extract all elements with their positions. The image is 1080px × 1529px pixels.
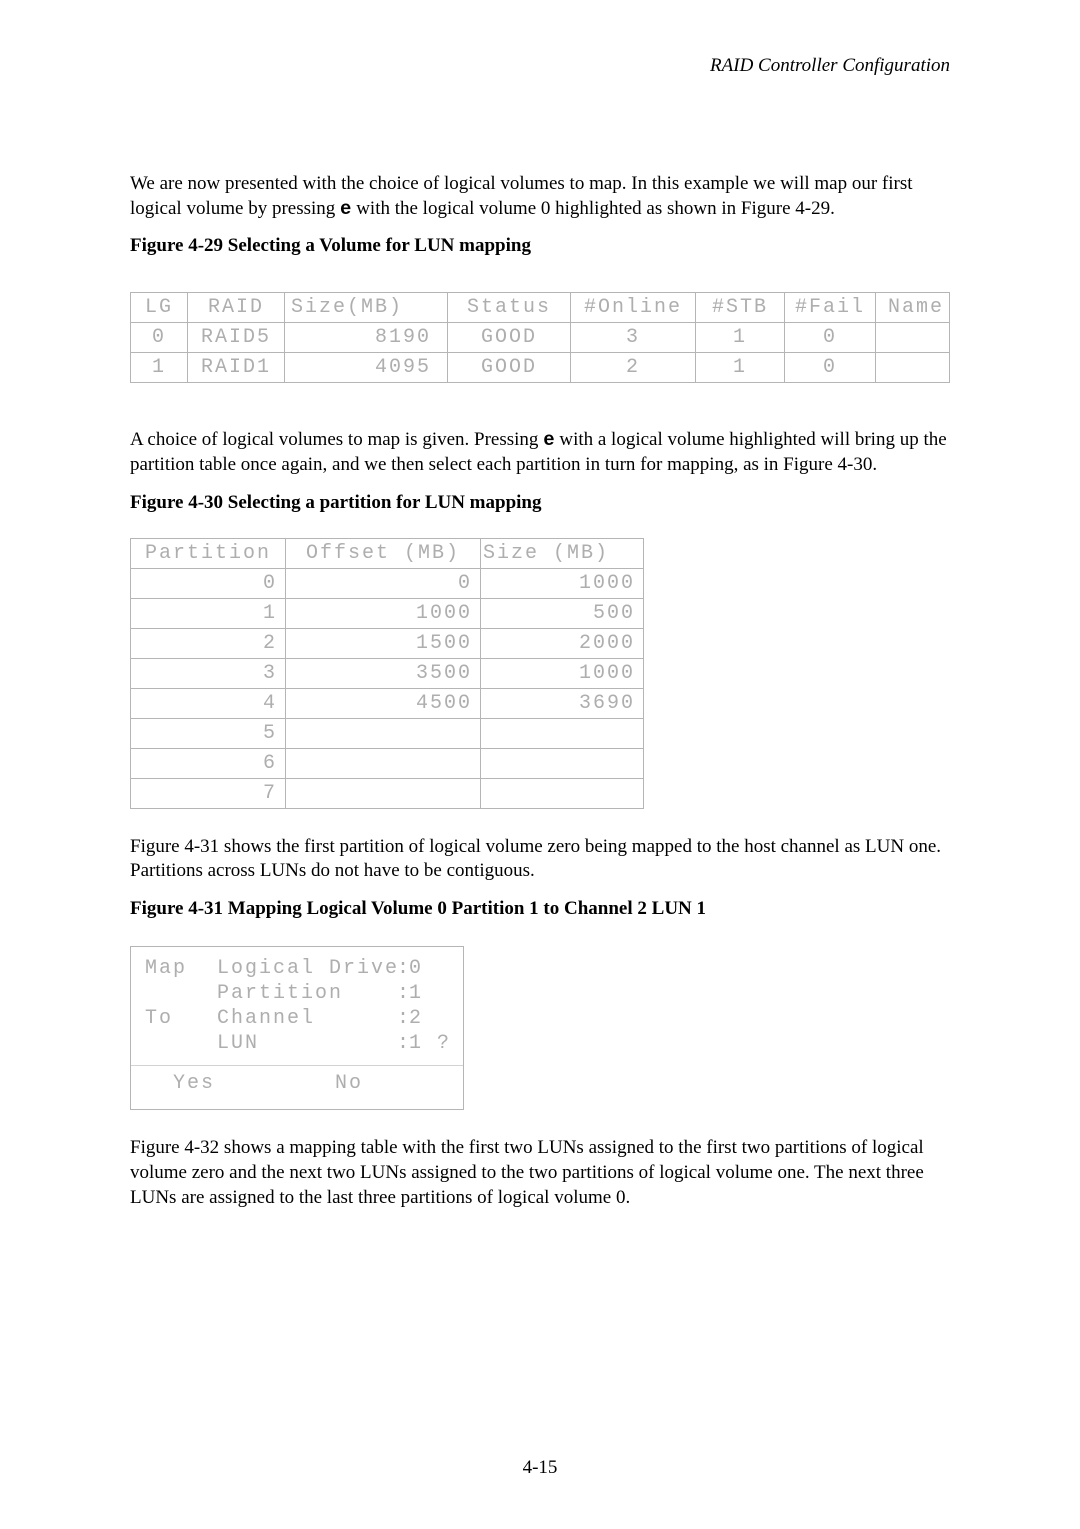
- pt-part: 0: [131, 568, 286, 598]
- map-dialog: Map Logical Drive : 0 Partition : 1 To C…: [130, 946, 464, 1110]
- volume-row[interactable]: 0 RAID5 8190 GOOD 3 1 0: [131, 323, 950, 353]
- page-number: 4-15: [0, 1457, 1080, 1479]
- colon-icon: :: [397, 1007, 409, 1030]
- vt-fail: 0: [785, 323, 876, 353]
- partition-row[interactable]: 6: [131, 748, 644, 778]
- map-lun-value: 1 ?: [409, 1032, 449, 1055]
- vt-h-raid: RAID: [188, 293, 285, 323]
- pt-off: 4500: [286, 688, 481, 718]
- partition-row[interactable]: 335001000: [131, 658, 644, 688]
- vt-name: [876, 353, 950, 383]
- vt-status: GOOD: [448, 323, 571, 353]
- colon-icon: :: [397, 1032, 409, 1055]
- partition-table-header: Partition Offset (MB) Size (MB): [131, 538, 644, 568]
- pt-off: 1000: [286, 598, 481, 628]
- vt-raid: RAID1: [188, 353, 285, 383]
- colon-icon: :: [397, 982, 409, 1005]
- pt-off: 3500: [286, 658, 481, 688]
- to-label: To: [145, 1007, 217, 1030]
- vt-lg: 0: [131, 323, 188, 353]
- pt-part: 7: [131, 778, 286, 808]
- pt-off: [286, 778, 481, 808]
- para2-key: e: [543, 429, 554, 451]
- map-chan-value: 2: [409, 1007, 449, 1030]
- partition-row[interactable]: 11000500: [131, 598, 644, 628]
- vt-h-size: Size(MB): [285, 293, 448, 323]
- doc-header-title: RAID Controller Configuration: [130, 55, 950, 77]
- pt-part: 5: [131, 718, 286, 748]
- vt-name: [876, 323, 950, 353]
- vt-raid: RAID5: [188, 323, 285, 353]
- partition-table: Partition Offset (MB) Size (MB) 001000 1…: [130, 538, 644, 809]
- pt-off: [286, 748, 481, 778]
- pt-off: 0: [286, 568, 481, 598]
- map-part-label: Partition: [217, 982, 397, 1005]
- pt-size: [481, 778, 644, 808]
- spacer: [145, 1032, 217, 1055]
- vt-size: 8190: [285, 323, 448, 353]
- map-part-value: 1: [409, 982, 449, 1005]
- para1-b: with the logical volume 0 highlighted as…: [351, 198, 834, 219]
- vt-status: GOOD: [448, 353, 571, 383]
- paragraph-4: Figure 4-32 shows a mapping table with t…: [130, 1136, 950, 1210]
- map-label: Map: [145, 957, 217, 980]
- pt-size: 2000: [481, 628, 644, 658]
- figure-31-caption: Figure 4-31 Mapping Logical Volume 0 Par…: [130, 898, 950, 920]
- yes-button[interactable]: Yes: [173, 1072, 215, 1095]
- pt-h-off: Offset (MB): [286, 538, 481, 568]
- pt-off: [286, 718, 481, 748]
- vt-h-stb: #STB: [696, 293, 785, 323]
- pt-part: 3: [131, 658, 286, 688]
- para2-a: A choice of logical volumes to map is gi…: [130, 429, 543, 450]
- vt-h-name: Name: [876, 293, 950, 323]
- vt-fail: 0: [785, 353, 876, 383]
- map-ld-value: 0: [409, 957, 449, 980]
- pt-size: 3690: [481, 688, 644, 718]
- figure-30-caption: Figure 4-30 Selecting a partition for LU…: [130, 492, 950, 514]
- partition-row[interactable]: 5: [131, 718, 644, 748]
- pt-size: [481, 718, 644, 748]
- vt-lg: 1: [131, 353, 188, 383]
- pt-off: 1500: [286, 628, 481, 658]
- pt-size: [481, 748, 644, 778]
- map-ld-label: Logical Drive: [217, 957, 397, 980]
- vt-h-status: Status: [448, 293, 571, 323]
- map-chan-label: Channel: [217, 1007, 397, 1030]
- volume-row[interactable]: 1 RAID1 4095 GOOD 2 1 0: [131, 353, 950, 383]
- map-lun-label: LUN: [217, 1032, 397, 1055]
- vt-stb: 1: [696, 323, 785, 353]
- para1-key: e: [340, 198, 351, 220]
- partition-row[interactable]: 7: [131, 778, 644, 808]
- pt-h-part: Partition: [131, 538, 286, 568]
- vt-online: 2: [571, 353, 696, 383]
- vt-h-lg: LG: [131, 293, 188, 323]
- vt-h-online: #Online: [571, 293, 696, 323]
- pt-h-size: Size (MB): [481, 538, 644, 568]
- no-button[interactable]: No: [335, 1072, 363, 1095]
- partition-row[interactable]: 445003690: [131, 688, 644, 718]
- partition-row[interactable]: 001000: [131, 568, 644, 598]
- vt-online: 3: [571, 323, 696, 353]
- volume-table: LG RAID Size(MB) Status #Online #STB #Fa…: [130, 292, 950, 383]
- volume-table-header: LG RAID Size(MB) Status #Online #STB #Fa…: [131, 293, 950, 323]
- pt-part: 6: [131, 748, 286, 778]
- pt-size: 500: [481, 598, 644, 628]
- partition-row[interactable]: 215002000: [131, 628, 644, 658]
- pt-size: 1000: [481, 568, 644, 598]
- paragraph-3: Figure 4-31 shows the first partition of…: [130, 835, 950, 884]
- figure-29-caption: Figure 4-29 Selecting a Volume for LUN m…: [130, 235, 950, 257]
- vt-size: 4095: [285, 353, 448, 383]
- pt-part: 1: [131, 598, 286, 628]
- pt-part: 2: [131, 628, 286, 658]
- colon-icon: :: [397, 957, 409, 980]
- vt-h-fail: #Fail: [785, 293, 876, 323]
- vt-stb: 1: [696, 353, 785, 383]
- pt-part: 4: [131, 688, 286, 718]
- pt-size: 1000: [481, 658, 644, 688]
- spacer: [145, 982, 217, 1005]
- paragraph-2: A choice of logical volumes to map is gi…: [130, 428, 950, 477]
- paragraph-1: We are now presented with the choice of …: [130, 172, 950, 221]
